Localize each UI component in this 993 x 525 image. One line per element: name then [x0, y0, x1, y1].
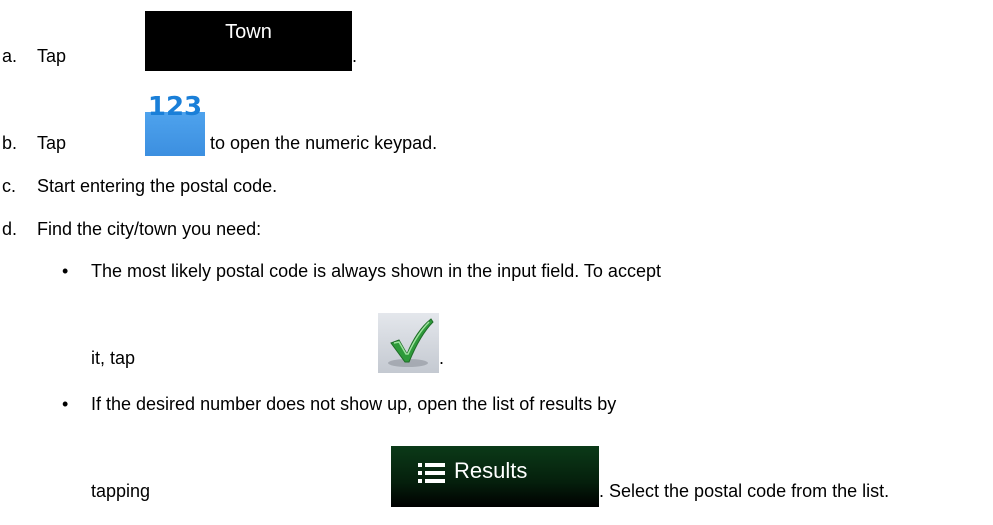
step-c-letter: c. — [2, 176, 17, 196]
bullet-2-line-2-suffix: . Select the postal code from the list. — [599, 481, 890, 501]
town-button[interactable]: Town — [145, 11, 352, 71]
bullet-1-line-2-prefix: it, tap — [91, 348, 136, 368]
step-b-description: to open the numeric keypad. — [210, 133, 438, 153]
step-d-text: Find the city/town you need: — [37, 219, 262, 239]
list-icon — [418, 463, 445, 483]
step-d-letter: d. — [2, 219, 18, 239]
accept-checkmark-button[interactable] — [378, 313, 439, 373]
step-b-tap-text: Tap — [37, 133, 67, 153]
numeric-keypad-button-label: 123 — [147, 92, 203, 122]
numeric-keypad-button[interactable]: 123 — [145, 92, 205, 156]
step-a-letter: a. — [2, 46, 18, 66]
step-c-text: Start entering the postal code. — [37, 176, 278, 196]
results-button-label: Results — [454, 458, 528, 483]
bullet-1-line-1: The most likely postal code is always sh… — [91, 261, 661, 281]
step-b-letter: b. — [2, 133, 18, 153]
bullet-1-period: . — [439, 348, 445, 368]
checkmark-icon — [388, 318, 434, 367]
bullet-2-marker: • — [62, 394, 69, 414]
step-a-period: . — [352, 46, 358, 66]
bullet-1-marker: • — [62, 261, 69, 281]
town-button-label: Town — [225, 21, 272, 43]
results-button[interactable]: Results — [391, 446, 599, 507]
bullet-2-line-2-prefix: tapping — [91, 481, 151, 501]
step-a-tap-text: Tap — [37, 46, 67, 66]
bullet-2-line-1: If the desired number does not show up, … — [91, 394, 617, 414]
